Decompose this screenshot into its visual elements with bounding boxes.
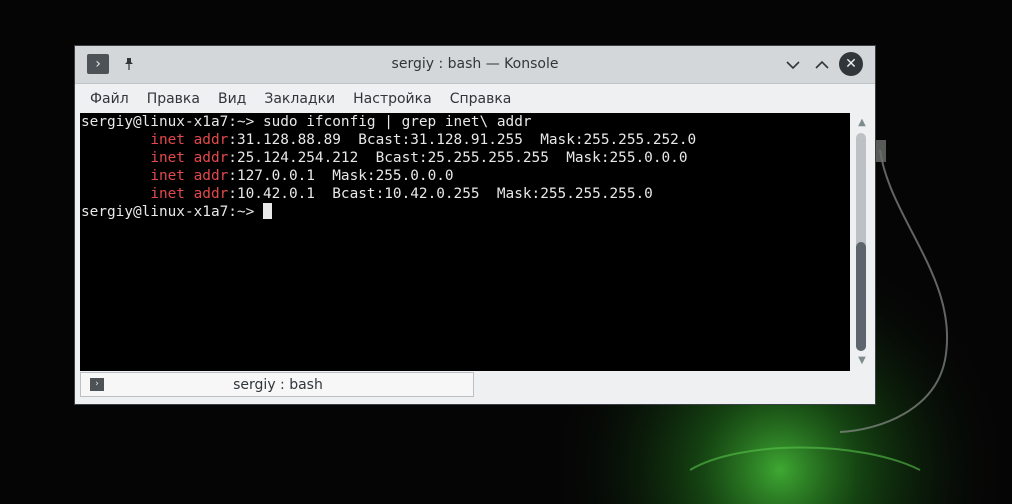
chevron-up-icon (815, 60, 829, 69)
konsole-window: › sergiy : bash — Konsole ✕ Файл Правка Ви… (74, 45, 876, 405)
menu-bar: Файл Правка Вид Закладки Настройка Справка (75, 84, 875, 112)
title-bar[interactable]: › sergiy : bash — Konsole ✕ (75, 46, 875, 84)
tab-label: sergiy : bash (233, 377, 323, 393)
keyword-inet: inet (150, 132, 185, 148)
tab-bar: › sergiy : bash (75, 372, 875, 404)
terminal-output[interactable]: sergiy@linux-x1a7:~> sudo ifconfig | gre… (80, 113, 850, 371)
menu-view[interactable]: Вид (209, 84, 255, 112)
prompt-line: sergiy@linux-x1a7:~> (80, 203, 850, 221)
scroll-up-icon[interactable]: ▲ (852, 115, 872, 131)
output-rest: :25.124.254.212 Bcast:25.255.255.255 Mas… (228, 150, 688, 166)
keyword-inet: inet (150, 150, 185, 166)
menu-help[interactable]: Справка (441, 84, 521, 112)
scroll-thumb[interactable] (856, 242, 866, 351)
scroll-down-icon[interactable]: ▼ (852, 353, 872, 369)
menu-file[interactable]: Файл (81, 84, 138, 112)
output-line: inet addr:31.128.88.89 Bcast:31.128.91.2… (80, 131, 850, 149)
output-rest: :31.128.88.89 Bcast:31.128.91.255 Mask:2… (228, 132, 697, 148)
menu-edit[interactable]: Правка (138, 84, 209, 112)
keyword-addr: addr (193, 132, 229, 148)
close-button[interactable]: ✕ (839, 52, 863, 76)
window-title: sergiy : bash — Konsole (391, 56, 559, 72)
menu-settings[interactable]: Настройка (344, 84, 441, 112)
close-icon: ✕ (845, 56, 857, 72)
prompt: sergiy@linux-x1a7:~> (81, 114, 255, 130)
tab-session[interactable]: › sergiy : bash (80, 372, 474, 397)
text-cursor (262, 203, 272, 219)
prompt: sergiy@linux-x1a7:~> (81, 204, 263, 220)
maximize-button[interactable] (810, 53, 834, 77)
minimize-button[interactable] (781, 53, 805, 77)
keyword-addr: addr (193, 186, 229, 202)
chevron-down-icon (786, 61, 800, 70)
output-rest: :10.42.0.1 Bcast:10.42.0.255 Mask:255.25… (228, 186, 653, 202)
keyword-addr: addr (193, 168, 229, 184)
scrollbar[interactable]: ▲ ▼ (852, 113, 872, 371)
scroll-track[interactable] (856, 133, 866, 351)
output-line: inet addr:25.124.254.212 Bcast:25.255.25… (80, 149, 850, 167)
command-text: sudo ifconfig | grep inet\ addr (254, 114, 532, 130)
keyword-inet: inet (150, 168, 185, 184)
keyword-inet: inet (150, 186, 185, 202)
output-rest: :127.0.0.1 Mask:255.0.0.0 (228, 168, 454, 184)
command-line: sergiy@linux-x1a7:~> sudo ifconfig | gre… (80, 113, 850, 131)
output-line: inet addr:127.0.0.1 Mask:255.0.0.0 (80, 167, 850, 185)
output-line: inet addr:10.42.0.1 Bcast:10.42.0.255 Ma… (80, 185, 850, 203)
menu-bookmarks[interactable]: Закладки (255, 84, 344, 112)
keyword-addr: addr (193, 150, 229, 166)
